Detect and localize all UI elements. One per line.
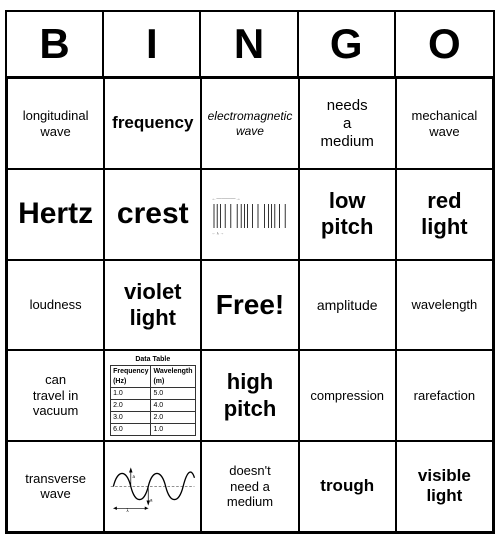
cell-r4c0-text: transversewave <box>25 471 86 502</box>
svg-text:← λ →: ← λ → <box>212 231 224 236</box>
header-b: B <box>7 12 104 76</box>
cell-r1c1: crest <box>104 169 201 260</box>
cell-r3c4-text: rarefaction <box>414 388 475 404</box>
cell-r1c3: lowpitch <box>299 169 396 260</box>
cell-r3c2-text: highpitch <box>224 369 277 422</box>
cell-r4c3-text: trough <box>320 476 374 496</box>
cell-r4c3: trough <box>299 441 396 532</box>
cell-r1c2-wave: ←————→ ← λ → <box>201 169 298 260</box>
cell-r0c3: needsamedium <box>299 78 396 169</box>
cell-r4c4: visiblelight <box>396 441 493 532</box>
cell-r0c2: electromagneticwave <box>201 78 298 169</box>
cell-r0c1-text: frequency <box>112 113 193 133</box>
wave-icon: ←————→ ← λ → <box>210 189 290 239</box>
cell-r4c4-text: visiblelight <box>418 466 471 507</box>
svg-text:←————→: ←————→ <box>212 197 241 202</box>
header-o: O <box>396 12 493 76</box>
bingo-card: B I N G O longitudinalwave frequency ele… <box>5 10 495 533</box>
cell-r3c0-text: cantravel invacuum <box>33 372 79 419</box>
cell-r1c0: Hertz <box>7 169 104 260</box>
cell-r2c2-free: Free! <box>201 260 298 351</box>
header-i: I <box>104 12 201 76</box>
cell-r1c1-text: crest <box>117 196 189 232</box>
cell-r2c1: violetlight <box>104 260 201 351</box>
cell-r0c0: longitudinalwave <box>7 78 104 169</box>
cell-r4c2: doesn'tneed amedium <box>201 441 298 532</box>
transverse-wave-icon: a a λ <box>109 459 196 514</box>
cell-r0c1: frequency <box>104 78 201 169</box>
cell-r0c3-text: needsamedium <box>321 97 374 151</box>
cell-r2c4-text: wavelength <box>412 297 478 313</box>
cell-r4c2-text: doesn'tneed amedium <box>227 463 273 510</box>
cell-r0c4: mechanicalwave <box>396 78 493 169</box>
cell-r3c0: cantravel invacuum <box>7 350 104 441</box>
cell-r3c1-datatable: Data Table Frequency(Hz) Wavelength(m) 1… <box>104 350 201 441</box>
header-n: N <box>201 12 298 76</box>
cell-r1c3-text: lowpitch <box>321 188 374 241</box>
cell-r3c3: compression <box>299 350 396 441</box>
bingo-grid: longitudinalwave frequency electromagnet… <box>7 78 493 531</box>
cell-r3c2: highpitch <box>201 350 298 441</box>
cell-r0c2-text: electromagneticwave <box>208 109 293 138</box>
cell-r2c2-text: Free! <box>216 288 284 322</box>
header-g: G <box>299 12 396 76</box>
cell-r3c3-text: compression <box>310 388 384 404</box>
svg-text:a: a <box>133 474 136 479</box>
cell-r0c0-text: longitudinalwave <box>23 108 89 139</box>
cell-r2c4: wavelength <box>396 260 493 351</box>
cell-r1c4-text: redlight <box>421 188 467 241</box>
cell-r0c4-text: mechanicalwave <box>412 108 478 139</box>
cell-r2c0-text: loudness <box>30 297 82 313</box>
cell-r1c0-text: Hertz <box>18 196 93 232</box>
cell-r2c3-text: amplitude <box>317 297 378 314</box>
cell-r4c1-transverse: a a λ <box>104 441 201 532</box>
cell-r4c0: transversewave <box>7 441 104 532</box>
cell-r2c1-text: violetlight <box>124 279 181 332</box>
cell-r2c0: loudness <box>7 260 104 351</box>
cell-r3c4: rarefaction <box>396 350 493 441</box>
svg-text:a: a <box>150 497 153 502</box>
cell-r1c4: redlight <box>396 169 493 260</box>
cell-r2c3: amplitude <box>299 260 396 351</box>
bingo-header: B I N G O <box>7 12 493 78</box>
data-table: Data Table Frequency(Hz) Wavelength(m) 1… <box>110 355 195 436</box>
